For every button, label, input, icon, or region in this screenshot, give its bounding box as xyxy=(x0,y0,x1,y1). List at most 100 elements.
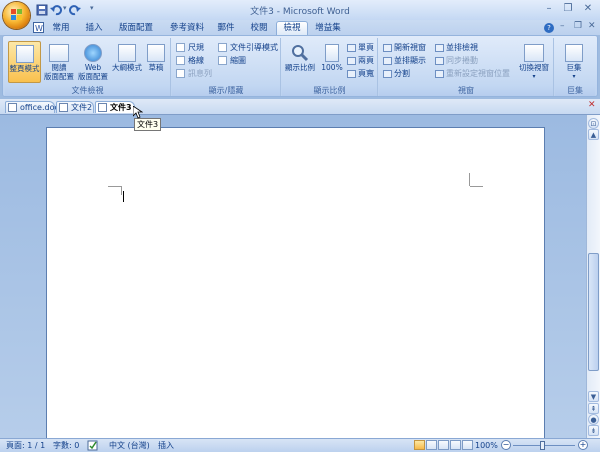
zoom-in-icon[interactable]: + xyxy=(578,440,588,450)
group-label-show-hide: 顯示/隱藏 xyxy=(172,85,280,96)
zoom-button[interactable]: 顯示比例 xyxy=(284,41,316,83)
outline-button[interactable]: 大綱模式 xyxy=(111,41,143,83)
ruler-checkbox[interactable]: 尺規 xyxy=(176,42,204,53)
reading-view-icon[interactable] xyxy=(426,440,437,450)
doc-icon xyxy=(59,103,68,112)
thumbnails-checkbox[interactable]: 縮圖 xyxy=(218,55,246,66)
group-zoom: 顯示比例 100% 單頁 兩頁 頁寬 顯示比例 xyxy=(282,38,378,96)
language-indicator[interactable]: 中文 (台灣) xyxy=(109,440,150,452)
tab-add-ins[interactable]: 增益集 xyxy=(312,22,344,35)
close-document-tab-icon[interactable]: ✕ xyxy=(588,100,596,110)
group-label-macros: 巨集 xyxy=(555,85,595,96)
select-browse-object-icon[interactable]: ● xyxy=(588,414,599,425)
save-icon[interactable] xyxy=(36,4,48,16)
undo-icon[interactable] xyxy=(50,4,62,16)
customize-quick-access-icon[interactable]: ▾ xyxy=(90,4,94,12)
two-pages-icon xyxy=(347,56,356,65)
web-layout-button[interactable]: Web 版面配置 xyxy=(77,41,109,83)
macros-dropdown-icon: ▾ xyxy=(572,73,576,80)
text-cursor xyxy=(123,191,124,202)
web-layout-icon xyxy=(84,44,102,62)
switch-windows-button[interactable]: 切換視窗 ▾ xyxy=(516,41,552,83)
view-side-by-side-button[interactable]: 並排檢視 xyxy=(435,42,478,53)
full-screen-reading-button[interactable]: 閱讀 版面配置 xyxy=(43,41,75,83)
switch-dropdown-icon: ▾ xyxy=(532,73,536,80)
word-count[interactable]: 字數: 0 xyxy=(53,440,79,452)
group-document-views: 整頁模式 閱讀 版面配置 Web 版面配置 大綱模式 草稿 文件檢視 xyxy=(5,38,171,96)
proofing-icon[interactable] xyxy=(87,440,98,451)
insert-mode-indicator[interactable]: 插入 xyxy=(158,440,174,452)
draft-icon xyxy=(147,44,165,62)
office-logo-icon xyxy=(11,9,22,20)
word-doc-icon: W xyxy=(33,22,44,33)
outline-icon xyxy=(118,44,136,62)
doc-tab-document2[interactable]: 文件2 xyxy=(56,101,94,113)
macros-button[interactable]: 巨集 ▾ xyxy=(559,41,589,83)
group-label-document-views: 文件檢視 xyxy=(5,85,170,96)
tab-review[interactable]: 校閱 xyxy=(247,22,271,35)
tab-page-layout[interactable]: 版面配置 xyxy=(116,22,156,35)
switch-windows-icon xyxy=(524,44,544,62)
print-layout-icon xyxy=(15,45,34,63)
reset-position-icon xyxy=(435,69,444,78)
doc-restore-icon[interactable]: ❐ xyxy=(574,21,582,31)
doc-icon xyxy=(98,103,107,112)
scroll-up-icon[interactable]: ▲ xyxy=(588,129,599,140)
document-map-checkbox[interactable]: 文件引導模式 xyxy=(218,42,278,53)
page-100-icon xyxy=(325,44,339,62)
web-view-icon[interactable] xyxy=(438,440,449,450)
help-icon[interactable]: ? xyxy=(544,23,554,33)
document-tabs: office.doc 文件2 文件3 ✕ xyxy=(0,99,600,115)
tab-references[interactable]: 參考資料 xyxy=(167,22,207,35)
draft-button[interactable]: 草稿 xyxy=(143,41,169,83)
next-page-icon[interactable]: ⇟ xyxy=(588,425,599,436)
draft-view-icon[interactable] xyxy=(462,440,473,450)
zoom-level[interactable]: 100% xyxy=(475,440,498,452)
minimize-icon[interactable]: – xyxy=(540,3,558,16)
undo-dropdown-icon[interactable]: ▾ xyxy=(63,4,67,12)
tab-view[interactable]: 檢視 xyxy=(276,21,308,35)
tab-mailings[interactable]: 郵件 xyxy=(214,22,238,35)
previous-page-icon[interactable]: ⇞ xyxy=(588,403,599,414)
gridlines-checkbox[interactable]: 格線 xyxy=(176,55,204,66)
arrange-all-button[interactable]: 並排顯示 xyxy=(383,55,426,66)
page-count[interactable]: 頁面: 1 / 1 xyxy=(6,440,45,452)
margin-corner-mark xyxy=(108,186,121,187)
ribbon-tabs: W 常用 插入 版面配置 參考資料 郵件 校閱 檢視 增益集 ? – ❐ ✕ xyxy=(0,20,600,35)
office-button[interactable] xyxy=(3,2,30,29)
zoom-slider-thumb[interactable] xyxy=(540,441,545,450)
doc-tab-office-doc[interactable]: office.doc xyxy=(5,101,59,113)
new-window-icon xyxy=(383,43,392,52)
zoom-100-button[interactable]: 100% xyxy=(318,41,346,83)
group-macros: 巨集 ▾ 巨集 xyxy=(555,38,595,96)
two-pages-button[interactable]: 兩頁 xyxy=(347,55,374,66)
sync-scroll-button: 同步捲動 xyxy=(435,55,478,66)
checkbox-box xyxy=(176,56,185,65)
doc-close-icon[interactable]: ✕ xyxy=(588,21,596,31)
restore-icon[interactable]: ❐ xyxy=(559,3,577,16)
split-button[interactable]: 分割 xyxy=(383,68,410,79)
zoom-out-icon[interactable]: − xyxy=(501,440,511,450)
document-page[interactable] xyxy=(46,127,545,438)
doc-tab-document3[interactable]: 文件3 xyxy=(95,101,135,113)
tab-home[interactable]: 常用 xyxy=(49,22,73,35)
tab-insert[interactable]: 插入 xyxy=(82,22,106,35)
print-layout-view-icon[interactable] xyxy=(414,440,425,450)
doc-minimize-icon[interactable]: – xyxy=(560,21,565,31)
checkbox-box xyxy=(218,43,227,52)
vertical-scrollbar[interactable]: ⊡ ▲ ▼ ⇞ ● ⇟ xyxy=(586,115,600,438)
page-width-button[interactable]: 頁寬 xyxy=(347,68,374,79)
reset-window-position-button: 重新設定視窗位置 xyxy=(435,68,510,79)
ruler-toggle-icon[interactable]: ⊡ xyxy=(588,118,599,129)
reading-layout-icon xyxy=(49,44,69,62)
tooltip: 文件3 xyxy=(134,118,162,131)
redo-icon[interactable] xyxy=(69,4,81,16)
outline-view-icon[interactable] xyxy=(450,440,461,450)
print-layout-button[interactable]: 整頁模式 xyxy=(8,41,41,83)
scroll-thumb[interactable] xyxy=(588,253,599,371)
close-icon[interactable]: ✕ xyxy=(579,3,597,16)
doc-icon xyxy=(8,103,17,112)
one-page-button[interactable]: 單頁 xyxy=(347,42,374,53)
new-window-button[interactable]: 開新視窗 xyxy=(383,42,426,53)
scroll-down-icon[interactable]: ▼ xyxy=(588,391,599,402)
